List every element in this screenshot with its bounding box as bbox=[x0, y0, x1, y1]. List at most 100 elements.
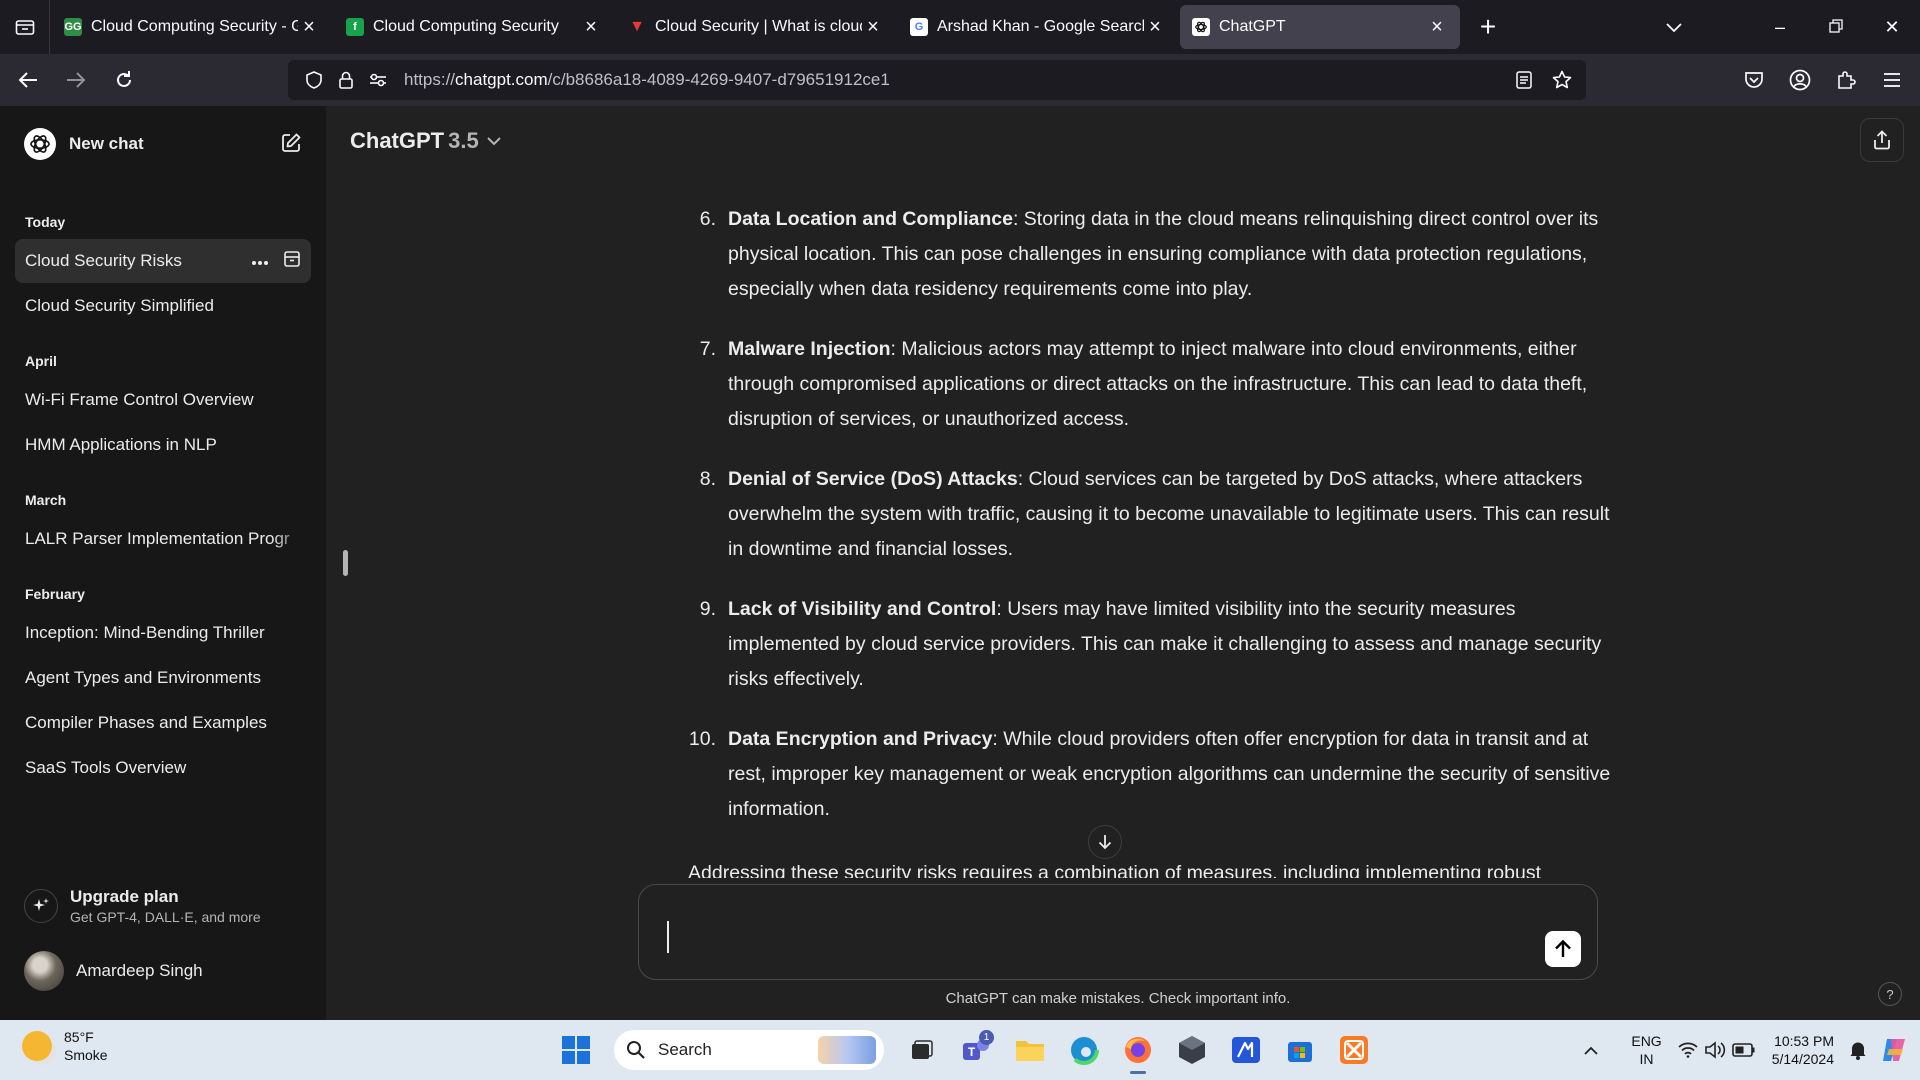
message-input[interactable] bbox=[667, 921, 1527, 953]
tab-list-icon[interactable] bbox=[0, 0, 50, 54]
sidebar-chat-title: Cloud Security Simplified bbox=[25, 296, 214, 315]
list-item: 7. Malware Injection: Malicious actors ma… bbox=[686, 332, 1616, 437]
user-profile-button[interactable]: Amardeep Singh bbox=[16, 946, 310, 996]
volume-icon[interactable] bbox=[1702, 1041, 1730, 1059]
browser-tab[interactable]: ChatGPT × bbox=[1180, 5, 1460, 49]
taskbar-search[interactable]: Search bbox=[614, 1030, 884, 1070]
lock-icon[interactable] bbox=[330, 71, 362, 89]
language-code: ENG bbox=[1631, 1033, 1662, 1049]
sidebar-item-fade bbox=[271, 656, 311, 700]
restore-icon[interactable] bbox=[1808, 17, 1864, 38]
edge-browser-icon[interactable] bbox=[1062, 1028, 1106, 1072]
compose-edit-icon[interactable] bbox=[280, 132, 302, 159]
pocket-icon[interactable] bbox=[1734, 60, 1774, 100]
address-bar[interactable]: https://chatgpt.com/c/b8686a18-4089-4269… bbox=[288, 60, 1586, 100]
file-explorer-icon[interactable] bbox=[1008, 1028, 1052, 1072]
list-item-title: Data Encryption and Privacy bbox=[728, 728, 993, 750]
teams-icon[interactable]: T 1 bbox=[954, 1028, 998, 1072]
sidebar-resize-handle[interactable] bbox=[343, 550, 348, 576]
sidebar-chat-item[interactable]: Cloud Security Simplified bbox=[15, 284, 311, 328]
list-number: 6. bbox=[699, 208, 716, 230]
windows-taskbar: 85°F Smoke Search T 1 ENG IN 10:53 PM 5/… bbox=[0, 1020, 1920, 1080]
sidebar-item-fade bbox=[271, 378, 311, 422]
notification-bell-icon[interactable] bbox=[1844, 1040, 1872, 1060]
new-chat-button[interactable]: New chat bbox=[16, 122, 310, 166]
back-arrow-icon[interactable] bbox=[8, 60, 48, 100]
arrow-down-icon bbox=[1098, 835, 1112, 850]
sidebar-chat-item[interactable]: Compiler Phases and Examples bbox=[15, 701, 311, 745]
tab-title: ChatGPT bbox=[1219, 18, 1286, 35]
sidebar-chat-item[interactable]: LALR Parser Implementation Progr bbox=[15, 517, 311, 561]
upgrade-subtitle: Get GPT-4, DALL·E, and more bbox=[70, 909, 261, 925]
browser-nav-bar: https://chatgpt.com/c/b8686a18-4089-4269… bbox=[0, 54, 1920, 106]
close-window-icon[interactable]: ✕ bbox=[1864, 17, 1920, 38]
sidebar-item-fade bbox=[271, 517, 311, 561]
permissions-icon[interactable] bbox=[362, 73, 394, 87]
tab-favicon-icon: G bbox=[910, 18, 928, 36]
shield-icon[interactable] bbox=[298, 71, 330, 89]
firefox-icon[interactable] bbox=[1116, 1028, 1160, 1074]
tab-close-icon[interactable]: × bbox=[1426, 16, 1448, 39]
weather-desc: Smoke bbox=[64, 1047, 108, 1063]
wifi-icon[interactable] bbox=[1674, 1042, 1702, 1058]
browser-tab[interactable]: G Arshad Khan - Google Search × bbox=[898, 5, 1178, 49]
battery-icon[interactable] bbox=[1730, 1043, 1758, 1057]
sidebar-chat-item[interactable]: Cloud Security Risks bbox=[15, 239, 311, 283]
cube-app-icon[interactable] bbox=[1170, 1028, 1214, 1072]
sidebar-chat-item[interactable]: SaaS Tools Overview bbox=[15, 746, 311, 790]
clock-date: 5/14/2024 bbox=[1771, 1051, 1834, 1067]
sidebar-chat-item[interactable]: Wi-Fi Frame Control Overview bbox=[15, 378, 311, 422]
share-button[interactable] bbox=[1860, 118, 1904, 162]
send-button[interactable] bbox=[1545, 931, 1581, 967]
model-version: 3.5 bbox=[448, 128, 479, 153]
sidebar-section-heading: March bbox=[25, 492, 67, 508]
tab-favicon-icon: ▼ bbox=[629, 18, 645, 35]
extensions-icon[interactable] bbox=[1826, 60, 1866, 100]
language-indicator[interactable]: ENG IN bbox=[1631, 1032, 1661, 1068]
browser-tab[interactable]: ▼ Cloud Security | What is cloud s × bbox=[616, 5, 896, 49]
new-tab-button[interactable]: + bbox=[1468, 7, 1508, 47]
tab-close-icon[interactable]: × bbox=[1144, 16, 1166, 39]
xampp-icon[interactable] bbox=[1332, 1028, 1376, 1072]
code-app-icon[interactable] bbox=[1224, 1028, 1268, 1072]
archive-icon[interactable] bbox=[283, 250, 301, 273]
sidebar-item-fade bbox=[271, 423, 311, 467]
tab-overflow-chevron-icon[interactable] bbox=[1646, 17, 1702, 38]
task-view-icon[interactable] bbox=[900, 1028, 944, 1072]
sidebar-chat-title: Agent Types and Environments bbox=[25, 668, 261, 687]
tab-close-icon[interactable]: × bbox=[298, 16, 320, 39]
sidebar-chat-item[interactable]: Agent Types and Environments bbox=[15, 656, 311, 700]
weather-widget[interactable]: 85°F Smoke bbox=[22, 1028, 108, 1064]
minimize-icon[interactable]: – bbox=[1752, 17, 1808, 38]
sidebar-chat-item[interactable]: HMM Applications in NLP bbox=[15, 423, 311, 467]
sidebar-chat-item[interactable]: Inception: Mind-Bending Thriller bbox=[15, 611, 311, 655]
weather-sun-icon bbox=[22, 1031, 52, 1061]
bookmark-star-icon[interactable] bbox=[1546, 70, 1578, 90]
help-button[interactable]: ? bbox=[1878, 982, 1902, 1006]
reload-icon[interactable] bbox=[104, 60, 144, 100]
menu-hamburger-icon[interactable] bbox=[1872, 60, 1912, 100]
list-item: 8. Denial of Service (DoS) Attacks: Cloud… bbox=[686, 462, 1616, 567]
browser-tab[interactable]: GG Cloud Computing Security - Gee× bbox=[52, 5, 332, 49]
tab-title: Cloud Computing Security - Gee bbox=[91, 18, 298, 35]
microsoft-store-icon[interactable] bbox=[1278, 1028, 1322, 1072]
list-number: 8. bbox=[699, 468, 716, 490]
reader-view-icon[interactable] bbox=[1508, 70, 1540, 90]
browser-tab-bar: GGCloud Computing Security - Gee×fCloud … bbox=[0, 0, 1920, 54]
windows-start-icon[interactable] bbox=[554, 1028, 598, 1072]
account-icon[interactable] bbox=[1780, 60, 1820, 100]
forward-arrow-icon[interactable] bbox=[56, 60, 96, 100]
url-text[interactable]: https://chatgpt.com/c/b8686a18-4089-4269… bbox=[404, 70, 890, 90]
copilot-icon[interactable] bbox=[1872, 1035, 1916, 1065]
sidebar-section-heading: April bbox=[25, 353, 57, 369]
upgrade-plan-button[interactable]: Upgrade plan Get GPT-4, DALL·E, and more bbox=[16, 878, 310, 934]
model-selector[interactable]: ChatGPT 3.5 bbox=[350, 128, 501, 154]
more-options-icon[interactable] bbox=[251, 251, 269, 271]
scroll-to-bottom-button[interactable] bbox=[1088, 825, 1122, 859]
tab-close-icon[interactable]: × bbox=[580, 16, 602, 39]
tab-close-icon[interactable]: × bbox=[862, 16, 884, 39]
tray-overflow-chevron-icon[interactable] bbox=[1577, 1046, 1605, 1055]
system-clock[interactable]: 10:53 PM 5/14/2024 bbox=[1772, 1032, 1834, 1068]
browser-tab[interactable]: f Cloud Computing Security × bbox=[334, 5, 614, 49]
sidebar-section-heading: February bbox=[25, 586, 85, 602]
